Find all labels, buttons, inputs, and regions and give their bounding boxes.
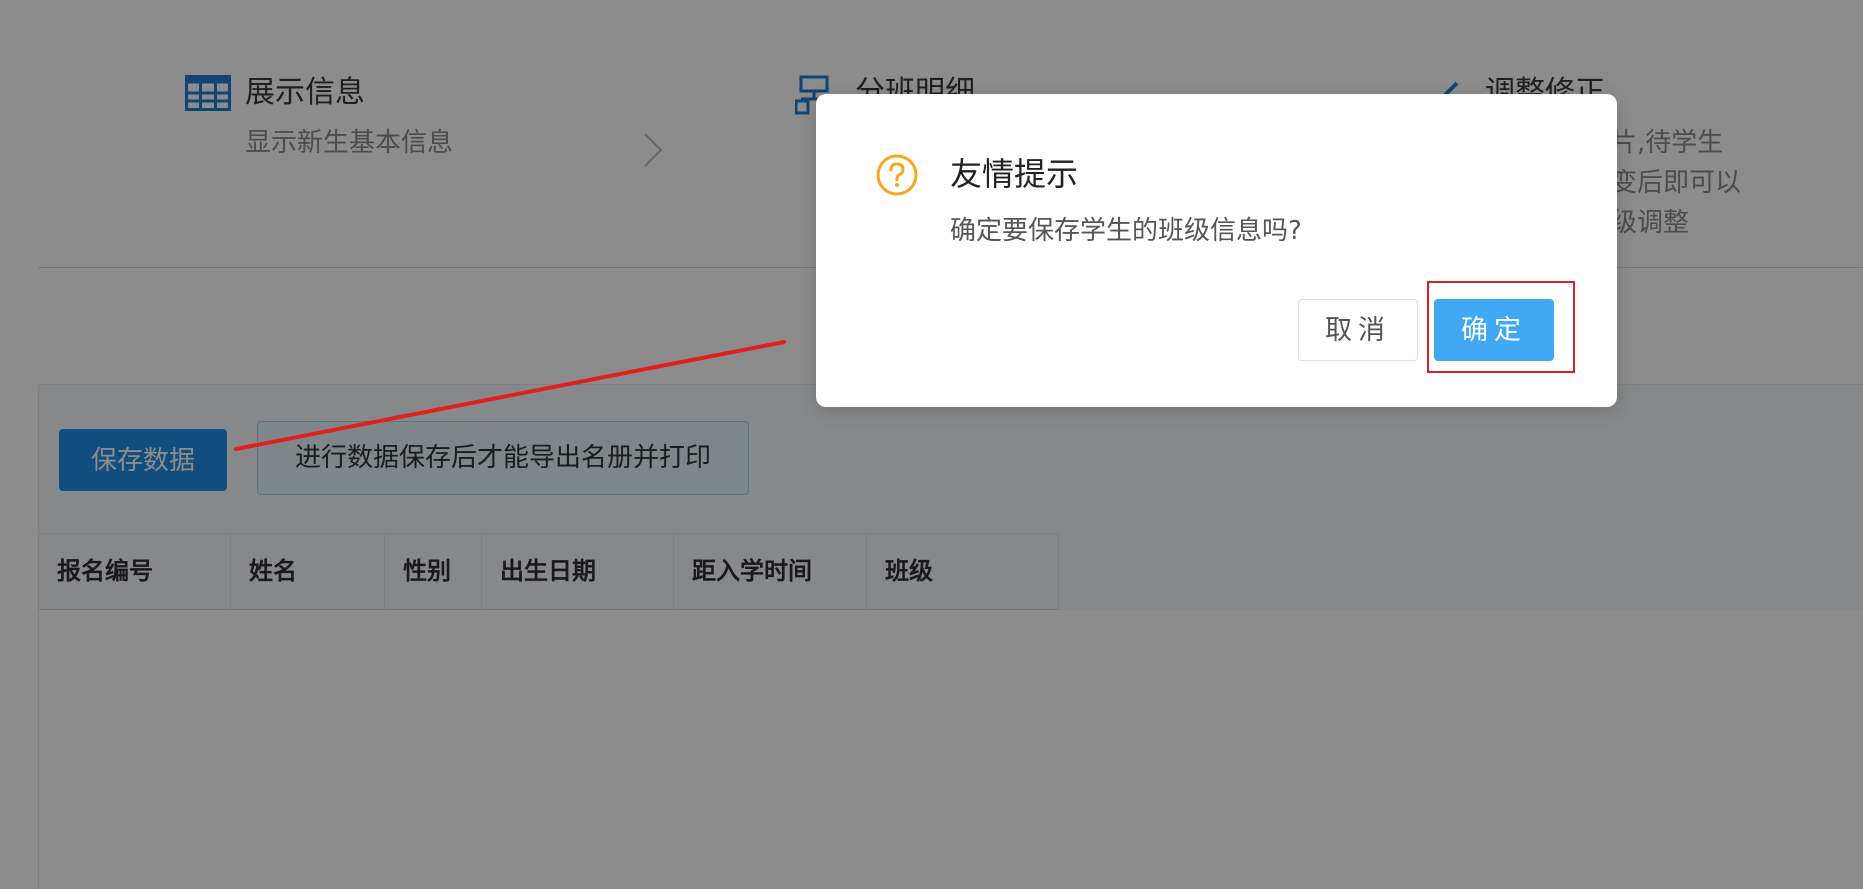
cancel-button[interactable]: 取消 — [1298, 299, 1418, 361]
question-circle-icon — [876, 154, 918, 196]
dialog-message: 确定要保存学生的班级信息吗? — [950, 216, 1302, 246]
confirm-dialog: 友情提示 确定要保存学生的班级信息吗? 取消 确定 — [816, 94, 1617, 407]
dialog-title: 友情提示 — [950, 155, 1079, 193]
confirm-button[interactable]: 确定 — [1434, 299, 1554, 361]
